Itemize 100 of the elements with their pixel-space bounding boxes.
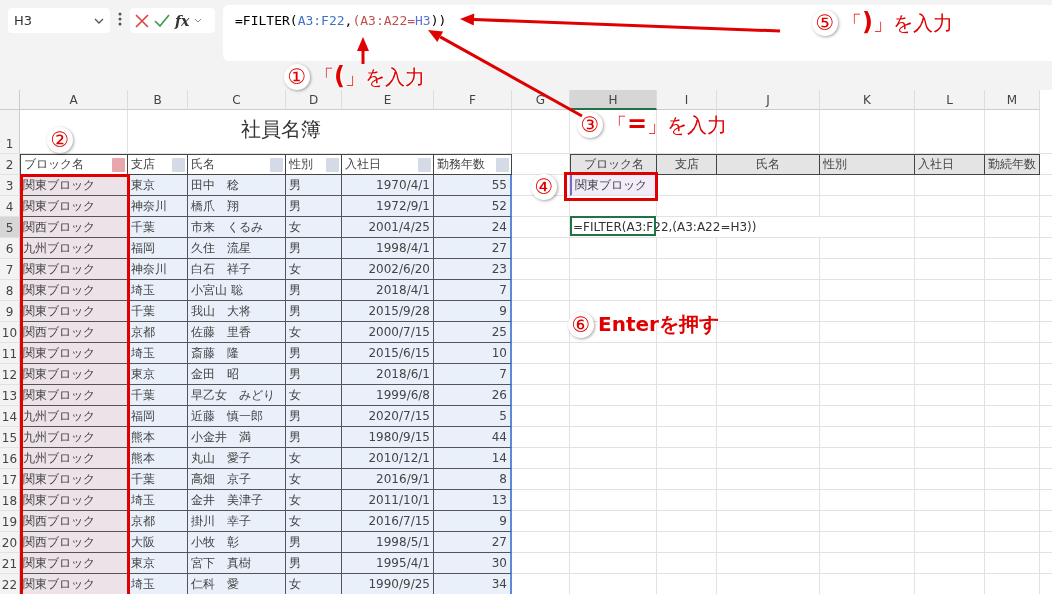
table-cell: 10	[434, 343, 512, 364]
criteria-cell[interactable]: 関東ブロック	[570, 175, 657, 196]
row-header[interactable]: 18	[0, 490, 20, 511]
row-header[interactable]: 11	[0, 343, 20, 364]
table-cell: 埼玉	[128, 280, 188, 301]
table-cell: 男	[286, 280, 342, 301]
table-cell: 男	[286, 196, 342, 217]
table-cell: 27	[434, 532, 512, 553]
column-header[interactable]: F	[434, 90, 512, 110]
table-cell: 神奈川	[128, 259, 188, 280]
column-header[interactable]: E	[342, 90, 434, 110]
row-header[interactable]: 22	[0, 574, 20, 594]
row-header[interactable]: 20	[0, 532, 20, 553]
table-cell: 男	[286, 238, 342, 259]
row-header[interactable]: 3	[0, 175, 20, 196]
column-header[interactable]: K	[820, 90, 915, 110]
row-header[interactable]: 17	[0, 469, 20, 490]
table-cell: 女	[286, 259, 342, 280]
row-header[interactable]: 13	[0, 385, 20, 406]
table-cell: 我山 大将	[188, 301, 286, 322]
table-cell: 9	[434, 511, 512, 532]
row-header[interactable]: 1	[0, 110, 20, 154]
row-header[interactable]: 16	[0, 448, 20, 469]
table-cell: 2000/7/15	[342, 322, 434, 343]
step-number: ①	[284, 63, 310, 90]
annotation-label: 「)」を入力	[842, 8, 953, 37]
name-box[interactable]: H3	[8, 8, 110, 33]
filter-button[interactable]	[326, 157, 339, 172]
table-cell: 1970/4/1	[342, 175, 434, 196]
table-cell: 京都	[128, 511, 188, 532]
formula-text: =FILTER(A3:F22,(A3:A22=H3))	[235, 13, 447, 28]
table-cell: 30	[434, 553, 512, 574]
row-header[interactable]: 5	[0, 217, 20, 238]
filter-button[interactable]	[496, 157, 509, 172]
row-header[interactable]: 7	[0, 259, 20, 280]
table-cell: 27	[434, 238, 512, 259]
row-header[interactable]: 12	[0, 364, 20, 385]
table-cell: 埼玉	[128, 343, 188, 364]
table-cell: 九州ブロック	[20, 448, 128, 469]
column-header[interactable]: M	[985, 90, 1040, 110]
table-cell: 女	[286, 469, 342, 490]
close-icon[interactable]	[135, 13, 149, 28]
table-cell: 宮下 真樹	[188, 553, 286, 574]
column-label: 氏名	[191, 156, 215, 173]
insert-function-button[interactable]: fx	[175, 12, 190, 29]
table-cell: 熊本	[128, 448, 188, 469]
table-cell: 神奈川	[128, 196, 188, 217]
row-header[interactable]: 8	[0, 280, 20, 301]
table-cell: 関西ブロック	[20, 217, 128, 238]
select-all-button[interactable]	[0, 90, 20, 110]
table-cell: 44	[434, 427, 512, 448]
column-header[interactable]: G	[512, 90, 570, 110]
table-cell: 1999/6/8	[342, 385, 434, 406]
table-cell: 男	[286, 175, 342, 196]
annotation-label: 「=」を入力	[607, 110, 728, 139]
table-cell: 2015/9/28	[342, 301, 434, 322]
row-header[interactable]: 14	[0, 406, 20, 427]
row-header[interactable]: 9	[0, 301, 20, 322]
row-header[interactable]: 10	[0, 322, 20, 343]
filter-button[interactable]	[112, 157, 125, 172]
table-cell: 9	[434, 301, 512, 322]
row-header[interactable]: 2	[0, 154, 20, 175]
table-cell: 55	[434, 175, 512, 196]
table-cell: 関東ブロック	[20, 196, 128, 217]
table-cell: 関東ブロック	[20, 385, 128, 406]
column-header[interactable]: L	[915, 90, 985, 110]
table-cell: 関東ブロック	[20, 343, 128, 364]
table-cell: 女	[286, 448, 342, 469]
table-cell: 34	[434, 574, 512, 594]
row-header[interactable]: 4	[0, 196, 20, 217]
column-header[interactable]: D	[286, 90, 342, 110]
table-cell: 2010/12/1	[342, 448, 434, 469]
table-cell: 男	[286, 553, 342, 574]
table-cell: 千葉	[128, 385, 188, 406]
row-header[interactable]: 6	[0, 238, 20, 259]
check-icon[interactable]	[154, 14, 170, 27]
row-header[interactable]: 15	[0, 427, 20, 448]
column-header[interactable]: B	[128, 90, 188, 110]
column-header[interactable]: C	[188, 90, 286, 110]
table-cell: 1972/9/1	[342, 196, 434, 217]
table-cell: 熊本	[128, 427, 188, 448]
table-cell: 男	[286, 532, 342, 553]
filter-button[interactable]	[270, 157, 283, 172]
table-cell: 関東ブロック	[20, 280, 128, 301]
table-cell: 1990/9/25	[342, 574, 434, 594]
table-cell: 女	[286, 217, 342, 238]
column-header[interactable]: I	[657, 90, 717, 110]
column-header[interactable]: J	[717, 90, 820, 110]
table-cell: 男	[286, 364, 342, 385]
filter-button[interactable]	[172, 157, 185, 172]
table-cell: 早乙女 みどり	[188, 385, 286, 406]
table-cell: 25	[434, 322, 512, 343]
table-cell: 九州ブロック	[20, 406, 128, 427]
table-cell: 1980/9/15	[342, 427, 434, 448]
row-header[interactable]: 21	[0, 553, 20, 574]
column-header[interactable]: A	[20, 90, 128, 110]
column-header[interactable]: H	[570, 90, 657, 110]
column-label: ブロック名	[24, 156, 84, 173]
row-header[interactable]: 19	[0, 511, 20, 532]
filter-button[interactable]	[418, 157, 431, 172]
